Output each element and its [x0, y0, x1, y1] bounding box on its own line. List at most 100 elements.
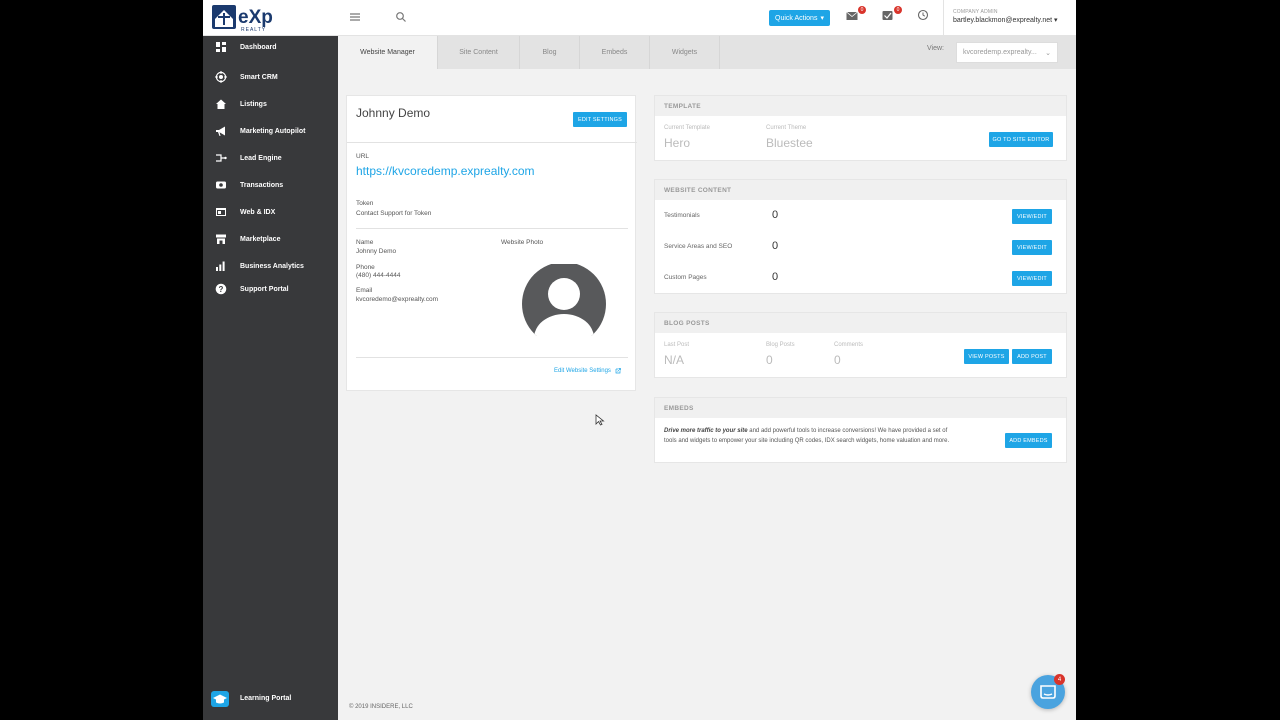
embeds-card: EMBEDS Drive more traffic to your site a…: [654, 397, 1067, 463]
history-icon[interactable]: [917, 8, 933, 22]
current-template-label: Current Template: [664, 125, 710, 131]
logo-subtext: REALTY: [241, 27, 266, 33]
last-post-label: Last Post: [664, 342, 690, 348]
tab-blog[interactable]: Blog: [520, 36, 580, 69]
notifications-button[interactable]: 0: [846, 6, 866, 22]
avatar: [522, 264, 606, 346]
edit-website-settings-link[interactable]: Edit Website Settings: [554, 368, 621, 374]
custom-pages-label: Custom Pages: [664, 274, 707, 281]
name-label: Name: [356, 239, 374, 246]
search-icon[interactable]: [395, 10, 407, 22]
current-theme-value: Bluestee: [766, 136, 813, 150]
embeds-description: Drive more traffic to your site and add …: [664, 426, 984, 446]
tab-widgets[interactable]: Widgets: [650, 36, 720, 69]
view-site-select[interactable]: kvcoredemp.exprealty... ⌄: [956, 42, 1058, 63]
chevron-down-icon: ▾: [820, 15, 824, 22]
hamburger-menu-icon[interactable]: [349, 10, 361, 22]
edit-website-settings-label: Edit Website Settings: [554, 368, 611, 374]
sidebar-item-label: Marketplace: [240, 235, 281, 243]
sidebar-item-label: Transactions: [240, 181, 284, 189]
user-silhouette-icon: [522, 264, 606, 346]
learning-portal-label: Learning Portal: [240, 695, 292, 702]
testimonials-view-edit-button[interactable]: VIEW/EDIT: [1012, 209, 1052, 224]
dashboard-icon: [216, 42, 226, 52]
lead-engine-icon: [216, 154, 227, 162]
home-icon: [216, 99, 226, 109]
sidebar-item-support-portal[interactable]: ? Support Portal: [203, 280, 338, 298]
go-to-site-editor-button[interactable]: GO TO SITE EDITOR: [989, 132, 1053, 147]
sidebar-item-label: Web & IDX: [240, 208, 276, 216]
url-label: URL: [356, 153, 370, 160]
sidebar-item-label: Smart CRM: [240, 73, 278, 81]
external-link-icon: [615, 368, 621, 374]
copyright-text: © 2019 INSIDERE, LLC: [349, 704, 413, 710]
sidebar-item-smart-crm[interactable]: Smart CRM: [203, 68, 338, 86]
testimonials-label: Testimonials: [664, 212, 700, 219]
view-label: View:: [927, 45, 944, 52]
learning-portal-link[interactable]: Learning Portal: [203, 690, 338, 710]
chevron-down-icon: ⌄: [1045, 50, 1051, 57]
email-value: kvcoredemo@exprealty.com: [356, 296, 438, 303]
sidebar-item-dashboard[interactable]: Dashboard: [203, 38, 338, 56]
megaphone-icon: [216, 126, 225, 136]
website-photo-label: Website Photo: [501, 239, 544, 246]
sidebar-item-label: Lead Engine: [240, 154, 282, 162]
tab-embeds[interactable]: Embeds: [580, 36, 650, 69]
tab-website-manager[interactable]: Website Manager: [338, 36, 438, 69]
website-content-card: WEBSITE CONTENT Testimonials 0 VIEW/EDIT…: [654, 179, 1067, 294]
sidebar-item-label: Dashboard: [240, 43, 277, 51]
company-admin-label: COMPANY ADMIN: [953, 9, 998, 15]
add-post-button[interactable]: ADD POST: [1012, 349, 1052, 364]
tasks-button[interactable]: 0: [882, 6, 902, 22]
custom-pages-view-edit-button[interactable]: VIEW/EDIT: [1012, 271, 1052, 286]
blog-posts-card: BLOG POSTS Last Post N/A Blog Posts 0 Co…: [654, 312, 1067, 378]
service-areas-view-edit-button[interactable]: VIEW/EDIT: [1012, 240, 1052, 255]
tasks-badge: 0: [894, 6, 902, 14]
embeds-section-title: EMBEDS: [655, 398, 1066, 418]
name-value: Johnny Demo: [356, 248, 397, 255]
quick-actions-label: Quick Actions: [775, 14, 818, 22]
tab-site-content[interactable]: Site Content: [438, 36, 520, 69]
divider: [356, 357, 628, 358]
view-posts-button[interactable]: VIEW POSTS: [964, 349, 1009, 364]
comments-label: Comments: [834, 342, 864, 348]
crm-icon: [215, 71, 227, 83]
sidebar-item-business-analytics[interactable]: Business Analytics: [203, 257, 338, 275]
help-icon: ?: [215, 283, 227, 295]
sidebar-item-marketplace[interactable]: Marketplace: [203, 230, 338, 248]
embeds-description-line2: tools and widgets to empower your site i…: [664, 438, 950, 444]
sidebar-item-web-idx[interactable]: Web & IDX: [203, 203, 338, 221]
sidebar-item-label: Business Analytics: [240, 262, 304, 270]
profile-name-title: Johnny Demo: [356, 106, 431, 120]
blog-posts-label: Blog Posts: [766, 342, 795, 348]
sidebar-item-transactions[interactable]: Transactions: [203, 176, 338, 194]
comments-value: 0: [834, 353, 841, 367]
current-template-value: Hero: [664, 136, 691, 150]
view-selected-value: kvcoredemp.exprealty...: [963, 49, 1037, 56]
checkbox-icon: [882, 11, 893, 20]
mail-icon: [846, 11, 858, 20]
sidebar-item-marketing-autopilot[interactable]: Marketing Autopilot: [203, 122, 338, 140]
marketplace-icon: [216, 234, 226, 244]
svg-text:?: ?: [219, 285, 224, 294]
divider: [356, 228, 628, 229]
sidebar-item-listings[interactable]: Listings: [203, 95, 338, 113]
exp-realty-logo[interactable]: eXp REALTY: [211, 3, 285, 33]
last-post-value: N/A: [664, 353, 685, 367]
add-embeds-button[interactable]: ADD EMBEDS: [1005, 433, 1052, 448]
blog-posts-value: 0: [766, 353, 773, 367]
account-email: bartley.blackmon@exprealty.net: [953, 17, 1053, 24]
website-content-section-title: WEBSITE CONTENT: [655, 180, 1066, 200]
site-url-link[interactable]: https://kvcoredemp.exprealty.com: [356, 164, 535, 178]
service-areas-label: Service Areas and SEO: [664, 243, 733, 250]
quick-actions-button[interactable]: Quick Actions ▾: [769, 10, 830, 26]
account-menu[interactable]: bartley.blackmon@exprealty.net ▾: [953, 16, 1058, 24]
chevron-down-icon: ▾: [1054, 17, 1058, 24]
template-card: TEMPLATE Current Template Hero Current T…: [654, 95, 1067, 161]
sidebar-item-lead-engine[interactable]: Lead Engine: [203, 149, 338, 167]
phone-value: (480) 444-4444: [356, 272, 401, 279]
sidebar: Dashboard Smart CRM Listings Marketing A…: [203, 36, 338, 720]
edit-settings-button[interactable]: EDIT SETTINGS: [573, 112, 627, 127]
divider: [347, 142, 637, 143]
embeds-description-lead: Drive more traffic to your site: [664, 428, 748, 434]
